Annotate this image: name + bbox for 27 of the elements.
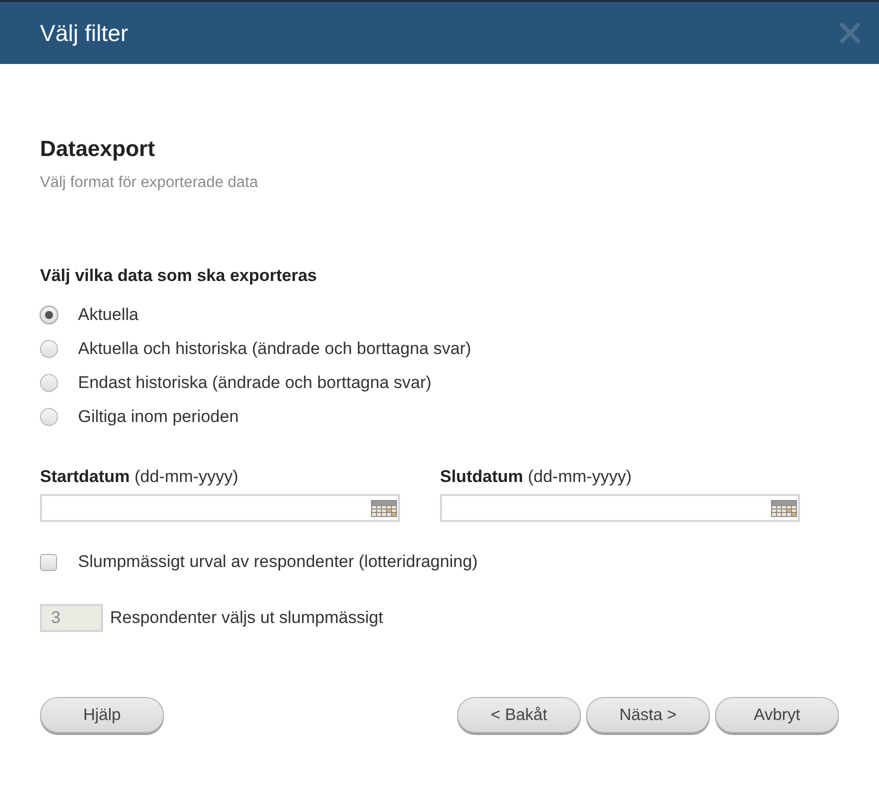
close-icon — [839, 22, 861, 44]
section-subtitle: Välj format för exporterade data — [40, 173, 258, 193]
radio-button[interactable] — [40, 408, 58, 426]
radio-label: Giltiga inom perioden — [78, 407, 239, 427]
dialog-button[interactable]: Nästa > — [586, 697, 710, 733]
radio-button[interactable] — [40, 306, 58, 324]
radio-button[interactable] — [40, 340, 58, 358]
checkbox-label: Slumpmässigt urval av respondenter (lotteridragning) — [78, 552, 478, 572]
date-label: Slutdatum (dd-mm-yyyy) — [440, 467, 632, 487]
close-button[interactable] — [839, 22, 861, 44]
group-label: Välj vilka data som ska exporteras — [40, 266, 317, 286]
section-heading: Dataexport — [40, 136, 155, 162]
radio-label: Endast historiska (ändrade och borttagna svar) — [78, 373, 432, 393]
dialog-button[interactable]: Avbryt — [715, 697, 839, 733]
date-label: Startdatum (dd-mm-yyyy) — [40, 467, 238, 487]
date-field[interactable] — [40, 494, 400, 522]
date-field[interactable] — [440, 494, 800, 522]
checkbox[interactable] — [40, 554, 57, 570]
number-field-label: Respondenter väljs ut slumpmässigt — [110, 608, 384, 628]
radio-button[interactable] — [40, 374, 58, 392]
radio-label: Aktuella och historiska (ändrade och borttagna svar) — [78, 339, 472, 359]
help-button[interactable]: Hjälp — [40, 697, 164, 733]
calendar-icon[interactable] — [371, 500, 397, 516]
calendar-icon[interactable] — [771, 500, 797, 516]
dialog-title: Välj filter — [40, 19, 128, 47]
radio-label: Aktuella — [78, 305, 138, 325]
dialog-button[interactable]: < Bakåt — [457, 697, 581, 733]
